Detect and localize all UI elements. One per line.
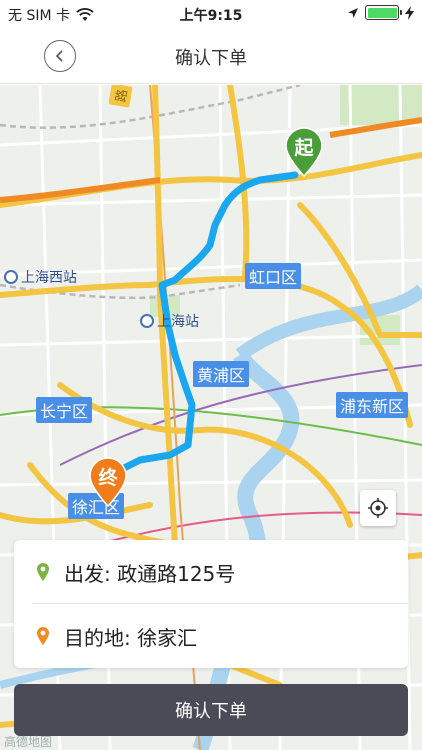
station-icon (140, 314, 154, 328)
map-logo: 高德地图 (4, 735, 53, 749)
nav-bar: 确认下单 (0, 28, 422, 84)
address-card: 出发: 政通路125号 目的地: 徐家汇 (14, 540, 408, 668)
destination-address: 目的地: 徐家汇 (64, 625, 198, 650)
start-marker-label: 起 (294, 137, 314, 159)
page-title: 确认下单 (175, 48, 247, 69)
end-marker[interactable]: 终 (88, 457, 128, 508)
poi-shanghai-west-station[interactable]: 上海西站 (4, 267, 77, 287)
locate-button[interactable] (360, 490, 396, 526)
district-label-huangpu: 黄浦区 (193, 361, 250, 387)
green-pin-icon (37, 563, 49, 581)
charging-bolt-icon (405, 5, 414, 20)
origin-address: 出发: 政通路125号 (64, 561, 236, 586)
end-marker-label: 终 (98, 467, 118, 489)
location-arrow-icon (348, 7, 358, 18)
confirm-order-button[interactable]: 确认下单 (14, 684, 408, 736)
status-bar: 无 SIM 卡 上午9:15 (0, 0, 422, 28)
origin-row[interactable]: 出发: 政通路125号 (14, 540, 408, 604)
orange-pin-icon (37, 627, 49, 645)
station-icon (4, 270, 18, 284)
start-marker[interactable]: 起 (284, 127, 324, 178)
poi-label: 上海站 (157, 314, 199, 330)
road-label: 路 (108, 85, 133, 108)
poi-shanghai-station[interactable]: 上海站 (140, 311, 199, 331)
battery-icon (365, 5, 402, 20)
battery-level (367, 7, 397, 18)
destination-row[interactable]: 目的地: 徐家汇 (14, 604, 408, 668)
poi-label: 上海西站 (21, 270, 77, 286)
district-label-pudong: 浦东新区 (336, 392, 409, 418)
district-label-hongkou: 虹口区 (245, 263, 302, 289)
district-label-changning: 长宁区 (36, 397, 93, 423)
status-right (347, 5, 414, 20)
crosshair-locate-icon (368, 498, 388, 518)
